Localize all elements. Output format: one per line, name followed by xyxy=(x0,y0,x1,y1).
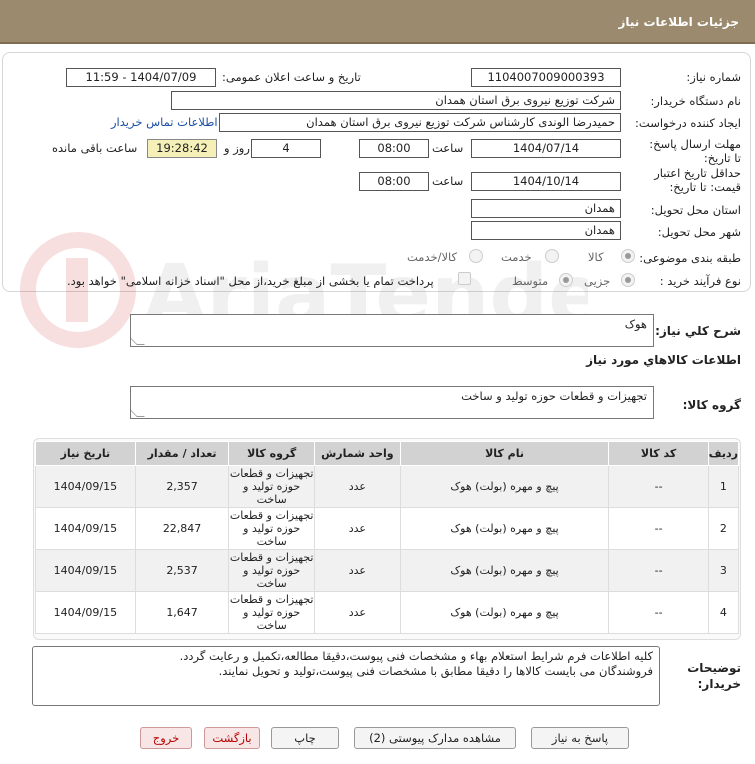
category-radio-goods[interactable] xyxy=(621,249,635,263)
deadline-time-field: 08:00 xyxy=(359,139,429,158)
province-label: استان محل تحویل: xyxy=(650,203,741,217)
summary-value: هوک xyxy=(624,317,647,331)
cell-name: پیچ و مهره (بولت) هوک xyxy=(399,549,610,592)
cell-unit: عدد xyxy=(314,591,401,634)
cell-group: تجهیزات و قطعات حوزه تولید و ساخت xyxy=(228,549,315,592)
process-radio-medium[interactable] xyxy=(559,273,573,287)
deadline-date-field: 1404/07/14 xyxy=(471,139,621,158)
cell-qty: 2,357 xyxy=(134,465,230,508)
validity-time-field: 08:00 xyxy=(359,172,429,191)
col-header-date: تاریخ نیاز xyxy=(35,441,136,466)
process-option-medium: متوسط xyxy=(512,274,549,288)
cell-group: تجهیزات و قطعات حوزه تولید و ساخت xyxy=(228,465,315,508)
cell-row: 3 xyxy=(707,549,740,592)
remaining-time-label: ساعت باقی مانده xyxy=(52,141,138,155)
resize-grip-icon xyxy=(131,409,145,417)
summary-label: شرح کلي نياز: xyxy=(655,324,741,338)
resize-grip-icon xyxy=(131,337,145,345)
col-header-code: کد کالا xyxy=(608,441,709,466)
cell-code: -- xyxy=(608,507,709,550)
treasury-text: پرداخت تمام یا بخشی از مبلغ خرید،از محل … xyxy=(67,274,434,288)
goods-group-label: گروه کالا: xyxy=(682,398,741,412)
cell-date: 1404/09/15 xyxy=(35,465,136,508)
validity-date-field: 1404/10/14 xyxy=(471,172,621,191)
cell-date: 1404/09/15 xyxy=(35,507,136,550)
col-header-qty: تعداد / مقدار xyxy=(134,441,230,466)
table-row[interactable]: 1 -- پیچ و مهره (بولت) هوک عدد تجهیزات و… xyxy=(35,465,740,508)
print-button[interactable]: چاپ xyxy=(271,727,339,749)
days-word-label: روز و xyxy=(224,141,250,155)
city-label: شهر محل تحویل: xyxy=(657,225,741,239)
table-row[interactable]: 3 -- پیچ و مهره (بولت) هوک عدد تجهیزات و… xyxy=(35,549,740,592)
need-number-label: شماره نیاز: xyxy=(686,70,741,84)
buyer-notes-line1: کلیه اطلاعات فرم شرایط استعلام بهاء و مش… xyxy=(179,649,653,663)
cell-name: پیچ و مهره (بولت) هوک xyxy=(399,507,610,550)
page-title: جزئیات اطلاعات نیاز xyxy=(618,15,739,29)
creator-field: حمیدرضا الوندی کارشناس شرکت توزیع نیروی … xyxy=(219,113,621,132)
days-remaining-field: 4 xyxy=(251,139,321,158)
cell-code: -- xyxy=(608,591,709,634)
category-radio-both[interactable] xyxy=(469,249,483,263)
goods-info-title: اطلاعات کالاهاي مورد نياز xyxy=(586,353,741,367)
cell-group: تجهیزات و قطعات حوزه تولید و ساخت xyxy=(228,507,315,550)
col-header-unit: واحد شمارش xyxy=(314,441,401,466)
col-header-row: ردیف xyxy=(707,441,740,466)
validity-time-label: ساعت xyxy=(432,174,464,188)
cell-name: پیچ و مهره (بولت) هوک xyxy=(399,591,610,634)
cell-unit: عدد xyxy=(314,465,401,508)
reply-button[interactable]: پاسخ به نیاز xyxy=(531,727,629,749)
cell-unit: عدد xyxy=(314,507,401,550)
announce-datetime-field: 1404/07/09 - 11:59 xyxy=(66,68,216,87)
city-field: همدان xyxy=(471,221,621,240)
buyer-label: نام دستگاه خریدار: xyxy=(650,94,741,108)
cell-date: 1404/09/15 xyxy=(35,591,136,634)
validity-label: حداقل تاریخ اعتبار قیمت: تا تاریخ: xyxy=(654,166,741,194)
category-option-both: کالا/خدمت xyxy=(407,250,458,264)
summary-textarea[interactable]: هوک xyxy=(130,314,654,347)
cell-qty: 2,537 xyxy=(134,549,230,592)
category-option-goods: کالا xyxy=(588,250,604,264)
cell-group: تجهیزات و قطعات حوزه تولید و ساخت xyxy=(228,591,315,634)
category-radio-service[interactable] xyxy=(545,249,559,263)
category-option-service: خدمت xyxy=(501,250,532,264)
treasury-checkbox[interactable] xyxy=(458,272,471,285)
col-header-group: گروه کالا xyxy=(228,441,315,466)
cell-qty: 22,847 xyxy=(134,507,230,550)
cell-row: 2 xyxy=(707,507,740,550)
buyer-contact-link[interactable]: اطلاعات تماس خریدار xyxy=(111,115,218,129)
buyer-notes-label: توضیحات خریدار: xyxy=(687,661,741,691)
cell-row: 4 xyxy=(707,591,740,634)
cell-qty: 1,647 xyxy=(134,591,230,634)
deadline-time-label: ساعت xyxy=(432,141,464,155)
process-label: نوع فرآیند خرید : xyxy=(659,274,741,288)
creator-label: ایجاد کننده درخواست: xyxy=(635,116,741,130)
remaining-time-field: 19:28:42 xyxy=(147,139,217,158)
buyer-field: شرکت توزیع نیروی برق استان همدان xyxy=(171,91,621,110)
cell-date: 1404/09/15 xyxy=(35,549,136,592)
page-header: جزئیات اطلاعات نیاز xyxy=(0,0,755,44)
goods-table: ردیف کد کالا نام کالا واحد شمارش گروه کا… xyxy=(35,441,740,634)
col-header-name: نام کالا xyxy=(399,441,610,466)
goods-group-value: تجهیزات و قطعات حوزه تولید و ساخت xyxy=(461,389,647,403)
buyer-notes-box: کلیه اطلاعات فرم شرایط استعلام بهاء و مش… xyxy=(32,646,660,706)
announce-label: تاریخ و ساعت اعلان عمومی: xyxy=(222,70,361,84)
cell-name: پیچ و مهره (بولت) هوک xyxy=(399,465,610,508)
buyer-notes-line2: فروشندگان می بایست کالاها را دقیقا مطابق… xyxy=(218,664,653,678)
deadline-label: مهلت ارسال پاسخ: تا تاریخ: xyxy=(649,137,741,165)
cell-unit: عدد xyxy=(314,549,401,592)
attachments-button[interactable]: مشاهده مدارک پیوستی (2) xyxy=(354,727,516,749)
province-field: همدان xyxy=(471,199,621,218)
cell-code: -- xyxy=(608,549,709,592)
exit-button[interactable]: خروج xyxy=(140,727,192,749)
process-radio-minor[interactable] xyxy=(621,273,635,287)
table-row[interactable]: 4 -- پیچ و مهره (بولت) هوک عدد تجهیزات و… xyxy=(35,591,740,634)
category-label: طبقه بندی موضوعی: xyxy=(639,251,741,265)
table-row[interactable]: 2 -- پیچ و مهره (بولت) هوک عدد تجهیزات و… xyxy=(35,507,740,550)
back-button[interactable]: بازگشت xyxy=(204,727,260,749)
cell-code: -- xyxy=(608,465,709,508)
goods-group-textarea[interactable]: تجهیزات و قطعات حوزه تولید و ساخت xyxy=(130,386,654,419)
need-number-field: 1104007009000393 xyxy=(471,68,621,87)
cell-row: 1 xyxy=(707,465,740,508)
process-option-minor: جزیی xyxy=(584,274,611,288)
